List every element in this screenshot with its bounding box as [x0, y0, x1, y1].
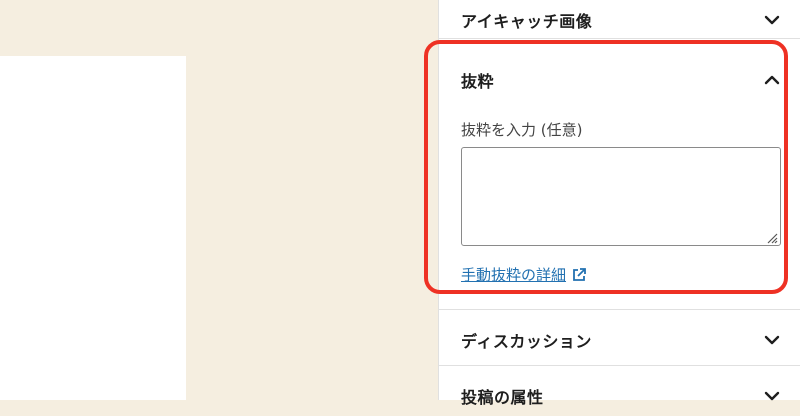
settings-sidebar: アイキャッチ画像 抜粋 抜粋を入力 (任意) 手動抜粋の詳細 ディスカッション: [438, 0, 800, 407]
manual-excerpt-help-link[interactable]: 手動抜粋の詳細: [461, 264, 588, 285]
resize-handle-icon[interactable]: [764, 229, 778, 244]
panel-post-attributes-toggle[interactable]: 投稿の属性: [439, 376, 800, 416]
panel-excerpt-title: 抜粋: [461, 72, 495, 91]
excerpt-textarea[interactable]: [461, 147, 781, 246]
external-link-icon: [570, 266, 588, 284]
panel-featured-image-title: アイキャッチ画像: [461, 12, 593, 31]
panel-post-attributes-title: 投稿の属性: [461, 388, 544, 407]
panel-divider: [439, 365, 800, 366]
panel-discussion-title: ディスカッション: [461, 332, 592, 351]
excerpt-field-label: 抜粋を入力 (任意): [461, 121, 583, 139]
chevron-down-icon: [763, 11, 781, 29]
panel-divider: [439, 309, 800, 310]
panel-excerpt-toggle[interactable]: 抜粋: [439, 60, 800, 100]
panel-divider: [439, 38, 800, 39]
chevron-down-icon: [763, 387, 781, 405]
panel-discussion-toggle[interactable]: ディスカッション: [439, 320, 800, 360]
editor-canvas[interactable]: [0, 56, 186, 400]
chevron-up-icon: [763, 71, 781, 89]
chevron-down-icon: [763, 331, 781, 349]
panel-featured-image-toggle[interactable]: アイキャッチ画像: [439, 0, 800, 40]
manual-excerpt-help-link-text: 手動抜粋の詳細: [461, 266, 567, 284]
